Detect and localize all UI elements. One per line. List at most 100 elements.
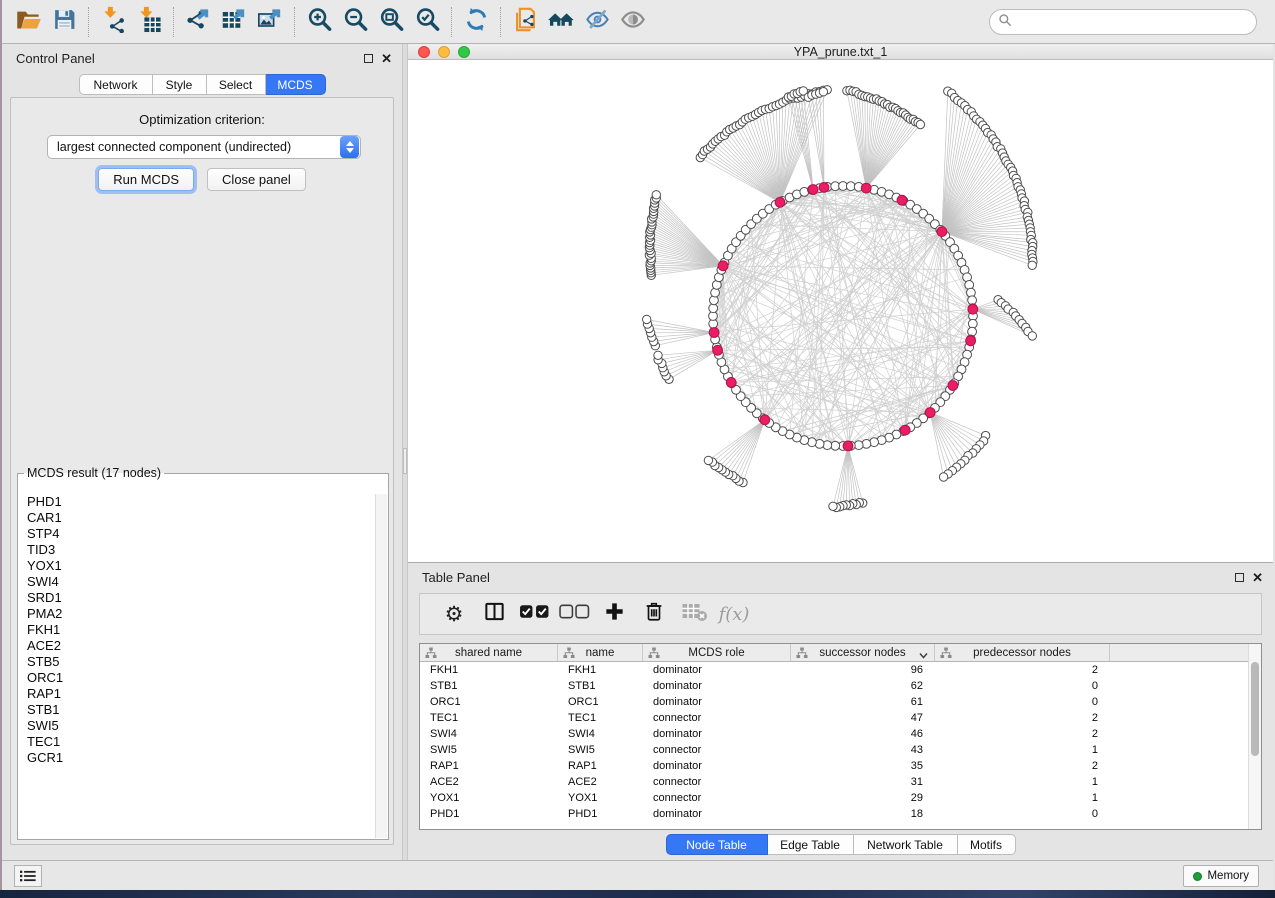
import-network-button[interactable] [95,4,131,40]
hide-annotations-button[interactable] [579,4,615,40]
mcds-result-item[interactable]: TID3 [19,542,375,558]
mcds-result-item[interactable]: RAP1 [19,686,375,702]
mcds-result-item[interactable]: TEC1 [19,734,375,750]
run-mcds-button[interactable]: Run MCDS [98,168,194,191]
table-row[interactable]: ORC1ORC1dominator610 [420,694,1261,710]
home-button[interactable] [543,4,579,40]
save-session-icon [52,7,77,37]
split-table-button[interactable] [474,596,514,632]
close-panel-icon[interactable]: ✕ [381,54,392,63]
select-all-icon [519,603,550,625]
cell: 0 [935,678,1110,694]
cell: dominator [643,726,791,742]
table-tabs: Node TableEdge TableNetwork TableMotifs [666,834,1016,855]
table-row[interactable]: RAP1RAP1dominator352 [420,758,1261,774]
toolbar-separator [173,7,174,37]
mcds-result-item[interactable]: ACE2 [19,638,375,654]
add-column-button[interactable] [594,596,634,632]
mcds-result-item[interactable]: CAR1 [19,510,375,526]
open-file-button[interactable] [10,4,46,40]
table-scrollbar[interactable] [1248,644,1261,829]
mcds-result-item[interactable]: SWI4 [19,574,375,590]
import-table-button[interactable] [131,4,167,40]
tab-node-table[interactable]: Node Table [666,834,768,855]
split-table-icon [483,600,506,628]
function-builder-button[interactable]: f(x) [714,596,754,632]
memory-button[interactable]: Memory [1183,865,1259,887]
hierarchy-icon [796,647,808,662]
column-header-MCDS-role[interactable]: MCDS role [643,644,791,661]
cell: RAP1 [420,758,558,774]
close-table-panel-icon[interactable]: ✕ [1252,573,1263,582]
deselect-all-button[interactable] [554,596,594,632]
mcds-result-item[interactable]: STB5 [19,654,375,670]
tab-style[interactable]: Style [153,74,207,95]
close-panel-button[interactable]: Close panel [207,168,306,191]
zoom-selected-button[interactable] [409,4,445,40]
mcds-result-list[interactable]: PHD1CAR1STP4TID3YOX1SWI4SRD1PMA2FKH1ACE2… [19,494,375,838]
delete-column-button[interactable] [634,596,674,632]
mcds-result-item[interactable]: SRD1 [19,590,375,606]
network-view-titlebar[interactable]: YPA_prune.txt_1 [408,44,1273,60]
save-session-button[interactable] [46,4,82,40]
tab-motifs[interactable]: Motifs [958,834,1016,855]
hierarchy-icon [425,647,437,662]
column-header-shared-name[interactable]: shared name [420,644,558,661]
control-panel: Control Panel ✕ NetworkStyleSelectMCDS O… [2,44,402,860]
table-row[interactable]: PHD1PHD1dominator180 [420,806,1261,822]
table-row[interactable]: SWI4SWI4dominator462 [420,726,1261,742]
optimization-criterion-dropdown[interactable]: largest connected component (undirected) [47,135,361,159]
select-all-button[interactable] [514,596,554,632]
table-row[interactable]: TEC1TEC1connector472 [420,710,1261,726]
table-row[interactable]: ACE2ACE2connector311 [420,774,1261,790]
refresh-button[interactable] [458,4,494,40]
show-eye-button[interactable] [615,4,651,40]
delete-table-button[interactable] [674,596,714,632]
table-row[interactable]: SWI5SWI5connector431 [420,742,1261,758]
mcds-result-item[interactable]: PMA2 [19,606,375,622]
tab-network[interactable]: Network [79,74,153,95]
mcds-result-scrollbar[interactable] [375,494,387,838]
delete-column-icon [643,600,665,628]
table-row[interactable]: FKH1FKH1dominator962 [420,662,1261,678]
table-row[interactable]: YOX1YOX1connector291 [420,790,1261,806]
float-table-panel-icon[interactable] [1235,573,1244,582]
zoom-in-button[interactable] [301,4,337,40]
float-panel-icon[interactable] [364,54,373,63]
cell: STB1 [420,678,558,694]
column-header-successor-nodes[interactable]: successor nodes [791,644,935,661]
mcds-result-item[interactable]: ORC1 [19,670,375,686]
delete-table-icon [681,601,708,628]
tab-select[interactable]: Select [207,74,266,95]
mcds-result-item[interactable]: PHD1 [19,494,375,510]
node-table: shared namenameMCDS rolesuccessor nodesp… [419,643,1262,830]
home-icon [547,6,575,38]
mcds-result-item[interactable]: SWI5 [19,718,375,734]
mcds-result-item[interactable]: STB1 [19,702,375,718]
search-icon [998,13,1012,32]
mcds-result-item[interactable]: GCR1 [19,750,375,766]
table-panel: Table Panel ✕ ⚙f(x) shared namenameMCDS … [408,563,1273,860]
toolbar-separator [88,7,89,37]
zoom-fit-button[interactable] [373,4,409,40]
table-row[interactable]: STB1STB1dominator620 [420,678,1261,694]
mcds-result-item[interactable]: STP4 [19,526,375,542]
column-header-predecessor-nodes[interactable]: predecessor nodes [935,644,1110,661]
export-image-button[interactable] [252,4,288,40]
tab-mcds[interactable]: MCDS [266,74,326,95]
tab-network-table[interactable]: Network Table [854,834,958,855]
mcds-result-item[interactable]: YOX1 [19,558,375,574]
column-header-name[interactable]: name [558,644,643,661]
search-box[interactable] [989,9,1257,35]
task-history-button[interactable] [14,865,42,887]
search-input[interactable] [1012,12,1256,32]
export-table-button[interactable] [216,4,252,40]
export-network-button[interactable] [180,4,216,40]
mcds-result-item[interactable]: FKH1 [19,622,375,638]
sort-descending-icon [919,650,928,662]
open-ndex-button[interactable] [507,4,543,40]
tab-edge-table[interactable]: Edge Table [768,834,854,855]
table-settings-button[interactable]: ⚙ [434,596,474,632]
network-canvas[interactable] [408,60,1273,562]
zoom-out-button[interactable] [337,4,373,40]
